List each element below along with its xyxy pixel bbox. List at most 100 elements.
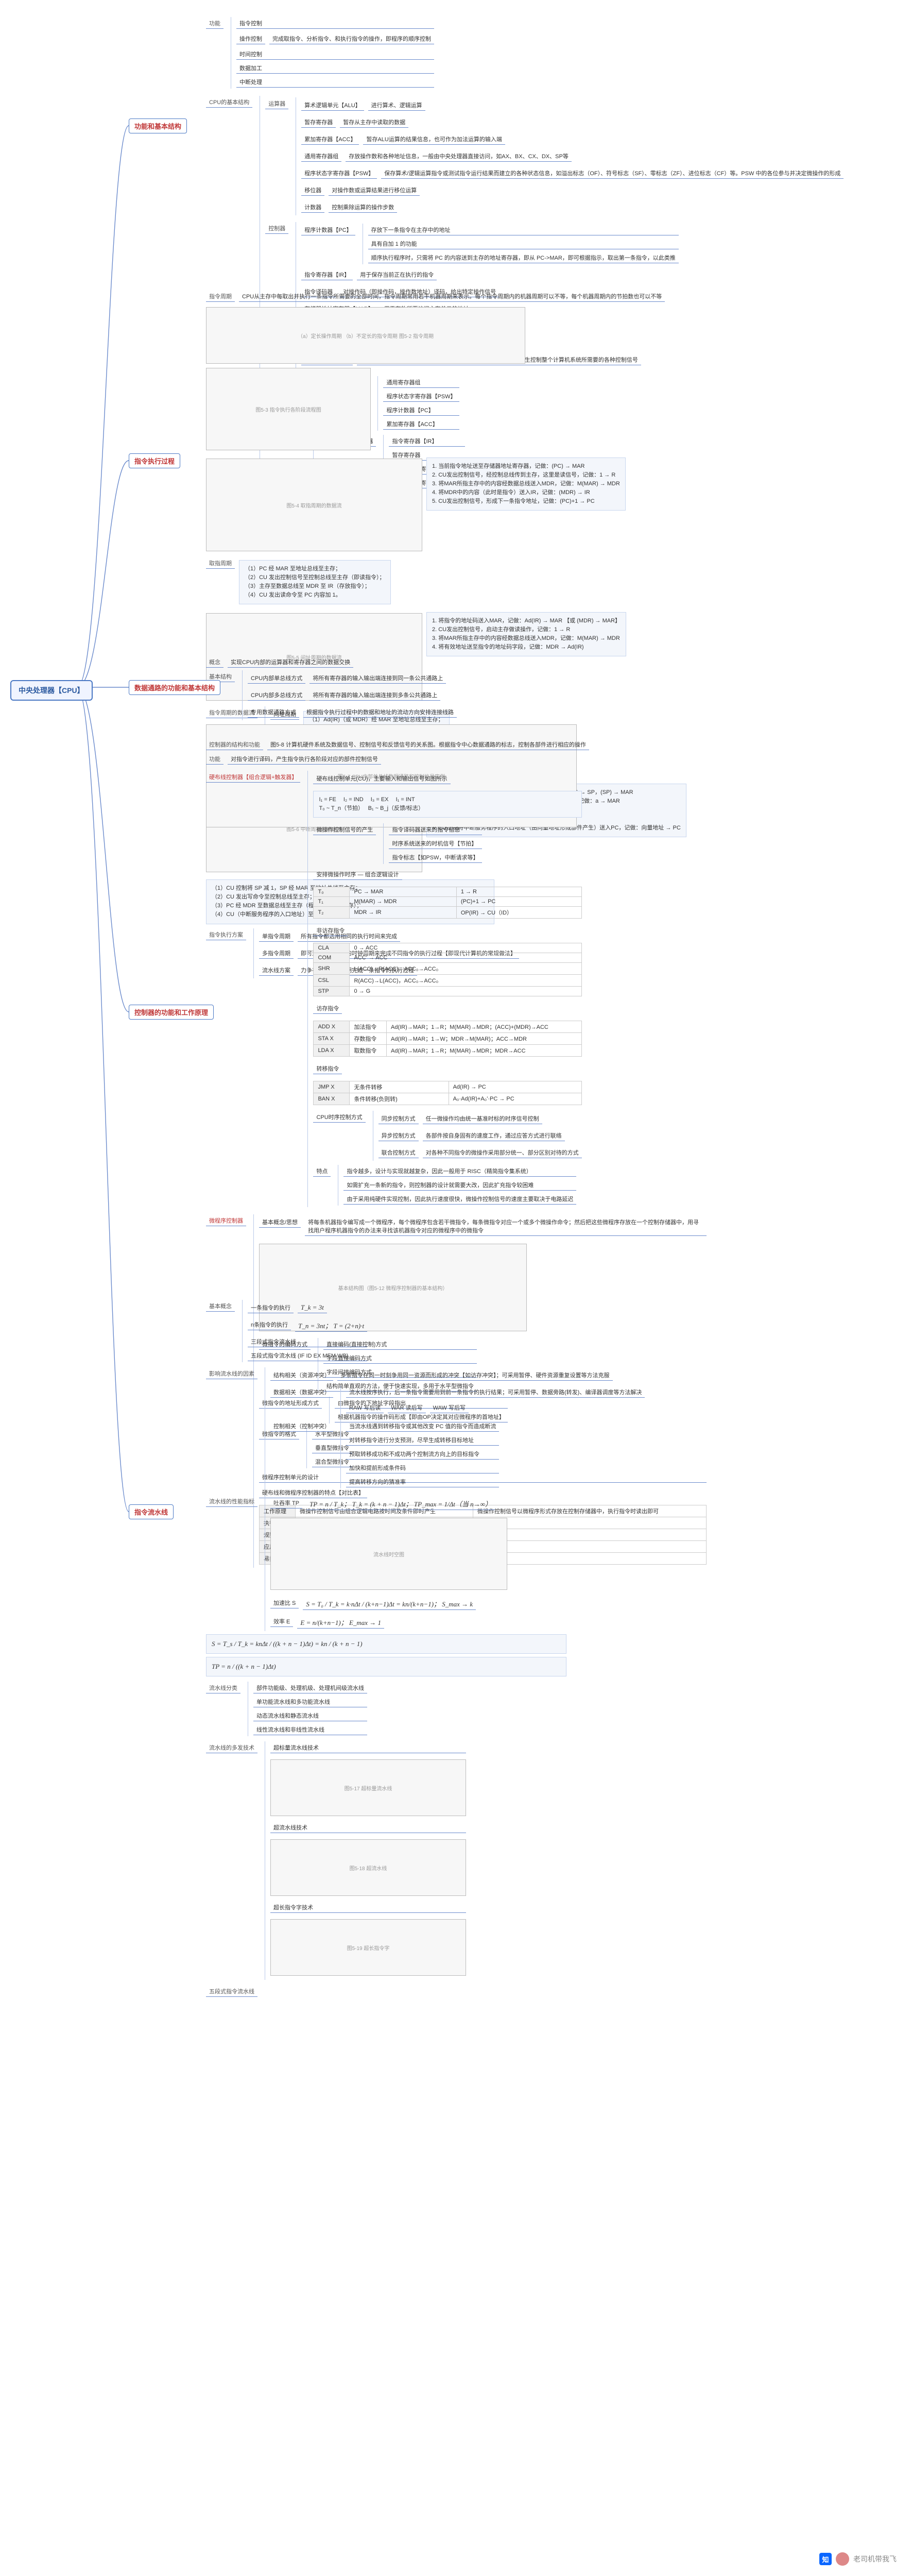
fig-pipeline-timing: 流水线时空图 — [270, 1518, 507, 1590]
ctrl-intro-k: 控制器的结构和功能 — [206, 739, 263, 750]
avatar — [836, 2552, 849, 2566]
class-item: 动态流水线和静态流水线 — [253, 1710, 367, 1721]
cell: 无条件转移 — [350, 1081, 449, 1093]
cycle-k: 指令周期 — [206, 291, 235, 302]
ctrl-func-v: 对指令进行译码，产生指令执行各阶段对应的部件控制信号 — [228, 754, 381, 765]
su-f: S = T₀ / T_k = k·nΔt / (k+n−1)Δt = kn/(k… — [303, 1598, 476, 1610]
factor-v: 流水线按序执行，后一条指令需要用到前一条指令的执行结果；可采用暂停、数据旁路(转… — [346, 1387, 645, 1398]
dp-struct-item-v: 根据指令执行过程中的数据和地址的流动方向安排连接线路 — [303, 707, 457, 718]
class-item: 单功能流水线和多功能流水线 — [253, 1697, 367, 1707]
mem-ops-table: ADD X加法指令Ad(IR)→MAR；1→R；M(MAR)→MDR；(ACC)… — [313, 1021, 581, 1057]
hard-input: T₀ ~ T_n（节拍） — [319, 805, 360, 811]
root-node: 中央处理器【CPU】 — [10, 680, 93, 701]
cell: L(ACC)→R(ACC)，ACC₀→ACC₀ — [350, 963, 581, 975]
factor-k: 数据相关（数据冲突） — [270, 1387, 333, 1398]
cell: M(MAR) → MDR — [350, 897, 456, 907]
timing-k: CPU时序控制方式 — [313, 1112, 365, 1123]
cell: Ad(IR)→MAR；1→R；M(MAR)→MDR；MDR→ACC — [386, 1045, 581, 1057]
mem-label: 访存指令 — [313, 1003, 342, 1014]
ind-note-box: 1. 将指令的地址码送入MAR，记做：Ad(IR) → MAR 【或 (MDR)… — [426, 612, 626, 656]
factor-k: 控制相关（控制冲突） — [270, 1421, 333, 1432]
adv-k: 流水线的多发技术 — [206, 1742, 257, 1753]
fetch-label: 取指周期 — [206, 558, 235, 569]
fig-superpipe: 图5-18 超流水线 — [270, 1839, 466, 1896]
cell: CSL — [314, 975, 350, 987]
cell: ADD X — [314, 1021, 350, 1033]
cell: STP — [314, 987, 350, 996]
factor-v: 当流水线遇到转移指令或其他改变 PC 值的指令而造成断流 — [346, 1421, 499, 1432]
count: 计数器 — [301, 202, 324, 213]
pl-item: n条指令的执行 — [248, 1319, 291, 1330]
ctrl-sol: 加快和提前形成条件码 — [346, 1463, 499, 1473]
cell: 条件转移(负则转) — [350, 1093, 449, 1105]
hard-input: I₁ = FE — [319, 796, 336, 803]
fetch-ops-table: T₀PC → MAR1 → R T₁M(MAR) → MDR(PC)+1 → P… — [313, 887, 581, 919]
branch-controller: 控制器的功能和工作原理 — [129, 1005, 214, 1020]
eff-f: E = n/(k+n−1)； E_max → 1 — [297, 1616, 384, 1629]
fig-superscalar: 图5-17 超标量流水线 — [270, 1759, 466, 1816]
pl-item: 一条指令的执行 — [248, 1302, 294, 1313]
adv-item: 超标量流水线技术 — [270, 1742, 466, 1753]
speedup-formula-box: S = T_s / T_k = knΔt / ((k + n − 1)Δt) =… — [206, 1634, 566, 1654]
hard-input: B₁ ~ B_j（反馈/标志） — [368, 805, 424, 811]
su-k: 加速比 S — [270, 1598, 299, 1608]
hard-inputs: I₁ = FE I₂ = IND I₃ = EX I₁ = INT T₀ ~ T… — [313, 791, 581, 818]
haz-kind: RAW 写后读 — [346, 1402, 384, 1413]
alu-core: 算术逻辑单元【ALU】 — [301, 100, 364, 111]
ctrl-sol: 提高转移方向的猜准率 — [346, 1477, 499, 1487]
ind-note: 1. 将指令的地址码送入MAR，记做：Ad(IR) → MAR 【或 (MDR)… — [432, 617, 621, 625]
cell: SHR — [314, 963, 350, 975]
branch-exec: 指令执行过程 — [129, 453, 180, 468]
gpr: 通用寄存器组 — [301, 151, 341, 162]
fig-flow: 图5-3 指令执行各阶段流程图 — [206, 368, 371, 450]
pl-item-v: T_k = 3t — [298, 1302, 327, 1313]
haz-kind: WAR 读后写 — [388, 1402, 425, 1413]
ctrl-label: 控制器 — [265, 223, 288, 234]
tmp-reg-desc: 暂存从主存中读取的数据 — [340, 117, 408, 128]
branch5-body: 基本概念 一条指令的执行T_k = 3t n条指令的执行T_n = 3nt； T… — [206, 1298, 875, 1999]
dp-concept-k: 概念 — [206, 657, 223, 668]
dp-struct-item: CPU内部多总线方式 — [248, 690, 305, 701]
fig-fetch: 图5-4 取指周期的数据流 — [206, 459, 422, 551]
nonmem-label: 非访存指令 — [313, 925, 348, 936]
pc-desc: 具有自加 1 的功能 — [368, 239, 679, 249]
timing-kind-v: 任一微操作均由统一基准时标的时序信号控制 — [423, 1113, 542, 1124]
fetch-note: 4. 将MDR中的内容（此时是指令）送入IR，记做：(MDR) → IR — [432, 488, 620, 497]
cell: 加法指令 — [350, 1021, 387, 1033]
pl-item: 五段式指令流水线 (IF ID EX MEM WB) — [248, 1350, 367, 1361]
factors-k: 影响流水线的因素 — [206, 1368, 257, 1379]
micro-concept-v: 将每条机器指令编写成一个微程序，每个微程序包含若干微指令，每条微指令对应一个或多… — [305, 1217, 707, 1236]
fetch-note: 1. 当前指令地址送至存储器地址寄存器，记做：(PC) → MAR — [432, 462, 620, 471]
hard-char-k: 特点 — [313, 1166, 331, 1177]
cell: T₀ — [314, 887, 350, 897]
class-item: 部件功能级、处理机级、处理机间级流水线 — [253, 1683, 367, 1693]
hard-char-item: 指令越多，设计与实现就越复杂，因此一般用于 RISC（精简指令集系统） — [343, 1166, 576, 1177]
cell: ACC' → ACC — [350, 953, 581, 963]
tmp-reg: 暂存寄存器 — [301, 117, 336, 128]
cell: 存数指令 — [350, 1033, 387, 1045]
shift: 移位器 — [301, 185, 324, 196]
hard-struct: 硬布线控制单元(CU)，主要输入和输出信号如图所示 — [313, 773, 450, 784]
tp-f: TP = n / T_k； T_k = (k + n − 1)Δt； TP_ma… — [306, 1498, 495, 1510]
fetch-note: 5. CU发出控制信号，形成下一条指令地址，记做：(PC)+1 → PC — [432, 497, 620, 506]
ir: 指令寄存器【IR】 — [301, 269, 353, 280]
trans-ops-table: JMP X无条件转移Ad(IR) → PC BAN X条件转移(负则转)A₀·A… — [313, 1081, 581, 1105]
hard-char-item: 由于采用纯硬件实现控制，因此执行速度很快，微操作控制信号的速度主要取决于电路延迟 — [343, 1194, 576, 1205]
fetch-steps: （1）PC 经 MAR 至地址总线至主存； （2）CU 发出控制信号至控制总线至… — [239, 560, 391, 604]
dp-concept-v: 实现CPU内部的运算器和寄存器之间的数据交换 — [228, 657, 353, 668]
timing-kind-v: 各部件按自身固有的速度工作，通过应答方式进行联络 — [423, 1130, 565, 1141]
five-k: 五段式指令流水线 — [206, 1986, 257, 1997]
cell: MDR → IR — [350, 907, 456, 919]
ctrl-sol: 对转移指令进行分支预测，尽早生成转移目标地址 — [346, 1435, 499, 1446]
func-item: 操作控制 — [236, 33, 265, 44]
pl-item-v: T_n = 3nt； T = (2+n)·t — [295, 1319, 367, 1332]
cell: STA X — [314, 1033, 350, 1045]
zhihu-logo-icon: 知 — [819, 2553, 832, 2565]
fetch-note: 2. CU发出控制信号，经控制总线传到主存，这里是读信号，记做：1 → R — [432, 471, 620, 480]
psw: 程序状态字寄存器【PSW】 — [301, 168, 377, 179]
cell: (PC)+1 → PC — [456, 897, 581, 907]
ctrl-func-k: 功能 — [206, 754, 223, 765]
hard-k: 硬布线控制器【组合逻辑+触发器】 — [206, 772, 300, 783]
acc: 累加寄存器【ACC】 — [301, 134, 359, 145]
cell: A₀·Ad(IR)+A₀'·PC → PC — [449, 1093, 581, 1105]
